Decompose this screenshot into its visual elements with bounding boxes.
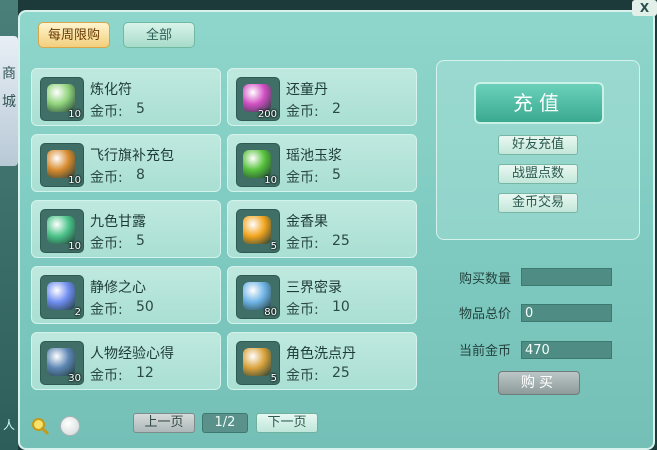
recharge-button[interactable]: 充值: [474, 82, 604, 124]
friend-recharge-button[interactable]: 好友充值: [498, 135, 578, 155]
tome-icon[interactable]: 80: [236, 275, 280, 319]
item-count: 10: [68, 175, 81, 186]
item-card[interactable]: 80 三界密录金币: 10: [227, 266, 417, 324]
buy-button[interactable]: 购买: [498, 371, 580, 395]
page-indicator: 1/2: [202, 413, 248, 433]
leaf-icon[interactable]: 10: [40, 209, 84, 253]
item-card[interactable]: 2 静修之心金币: 50: [31, 266, 221, 324]
item-name: 三界密录: [286, 280, 342, 296]
item-price-label: 金币:: [90, 104, 123, 120]
item-card[interactable]: 10 炼化符金币: 5: [31, 68, 221, 126]
item-price-label: 金币:: [286, 170, 319, 186]
item-name: 飞行旗补充包: [90, 148, 174, 164]
item-count: 10: [264, 175, 277, 186]
item-price-label: 金币:: [286, 236, 319, 252]
item-price: 25: [332, 233, 350, 249]
item-icon-graphic: [243, 282, 271, 310]
item-price: 10: [332, 299, 350, 315]
side-tab-char: 商: [2, 66, 16, 82]
item-price: 25: [332, 365, 350, 381]
item-icon-graphic: [47, 282, 75, 310]
item-count: 2: [74, 307, 81, 318]
item-name: 九色甘露: [90, 214, 146, 230]
item-count: 5: [270, 241, 277, 252]
book-icon[interactable]: 30: [40, 341, 84, 385]
item-name: 金香果: [286, 214, 328, 230]
item-card[interactable]: 5 金香果金币: 25: [227, 200, 417, 258]
current-gold-field: 470: [521, 341, 612, 359]
mall-side-tab[interactable]: 商 城: [0, 36, 18, 166]
heart-icon[interactable]: 2: [40, 275, 84, 319]
toggle-dot-icon[interactable]: [60, 416, 80, 436]
tab-weekly-limited[interactable]: 每周限购: [38, 22, 110, 48]
search-icon[interactable]: [31, 417, 49, 435]
scroll-icon[interactable]: 10: [40, 77, 84, 121]
item-icon-graphic: [243, 348, 271, 376]
gold-trade-button[interactable]: 金币交易: [498, 193, 578, 213]
item-count: 200: [257, 109, 277, 120]
flag-pack-icon[interactable]: 10: [40, 143, 84, 187]
item-price-label: 金币:: [90, 302, 123, 318]
item-card[interactable]: 200 还童丹金币: 2: [227, 68, 417, 126]
item-icon-graphic: [47, 216, 75, 244]
item-icon-graphic: [243, 84, 271, 112]
close-button[interactable]: X: [632, 0, 657, 16]
current-gold-label: 当前金币: [459, 344, 512, 359]
tab-all[interactable]: 全部: [123, 22, 195, 48]
item-icon-graphic: [243, 150, 271, 178]
total-price-label: 物品总价: [459, 307, 512, 322]
item-price-label: 金币:: [286, 302, 319, 318]
fruit-icon[interactable]: 5: [236, 209, 280, 253]
item-name: 人物经验心得: [90, 346, 174, 362]
item-name: 炼化符: [90, 82, 132, 98]
item-card[interactable]: 10 瑶池玉浆金币: 5: [227, 134, 417, 192]
item-icon-graphic: [47, 348, 75, 376]
item-price-label: 金币:: [90, 368, 123, 384]
item-count: 30: [68, 373, 81, 384]
item-name: 角色洗点丹: [286, 346, 356, 362]
pill-icon[interactable]: 200: [236, 77, 280, 121]
item-price: 5: [332, 167, 341, 183]
quantity-input[interactable]: [521, 268, 612, 286]
item-name: 还童丹: [286, 82, 328, 98]
item-name: 瑶池玉浆: [286, 148, 342, 164]
item-icon-graphic: [243, 216, 271, 244]
item-count: 5: [270, 373, 277, 384]
next-page-button[interactable]: 下一页: [256, 413, 318, 433]
item-icon-graphic: [47, 150, 75, 178]
item-price-label: 金币:: [90, 236, 123, 252]
item-card[interactable]: 10 飞行旗补充包 金币: 8: [31, 134, 221, 192]
item-price: 8: [136, 167, 145, 183]
item-price: 5: [136, 233, 145, 249]
item-card[interactable]: 10 九色甘露金币: 5: [31, 200, 221, 258]
item-count: 10: [68, 109, 81, 120]
gourd-icon[interactable]: 5: [236, 341, 280, 385]
item-price: 5: [136, 101, 145, 117]
item-name: 静修之心: [90, 280, 146, 296]
item-price-label: 金币:: [286, 368, 319, 384]
item-card[interactable]: 5 角色洗点丹金币: 25: [227, 332, 417, 390]
item-price: 2: [332, 101, 341, 117]
item-price-label: 金币:: [286, 104, 319, 120]
quantity-label: 购买数量: [459, 272, 512, 287]
item-count: 80: [264, 307, 277, 318]
side-tab-char: 城: [2, 94, 16, 110]
item-price: 12: [136, 365, 154, 381]
item-card[interactable]: 30 人物经验心得 金币: 12: [31, 332, 221, 390]
item-icon-graphic: [47, 84, 75, 112]
prev-page-button[interactable]: 上一页: [133, 413, 195, 433]
total-price-field: 0: [521, 304, 612, 322]
alliance-points-button[interactable]: 战盟点数: [498, 164, 578, 184]
jar-icon[interactable]: 10: [236, 143, 280, 187]
item-count: 10: [68, 241, 81, 252]
bottom-left-text: 人: [2, 418, 15, 432]
item-price-label: 金币:: [90, 170, 123, 186]
item-price: 50: [136, 299, 154, 315]
